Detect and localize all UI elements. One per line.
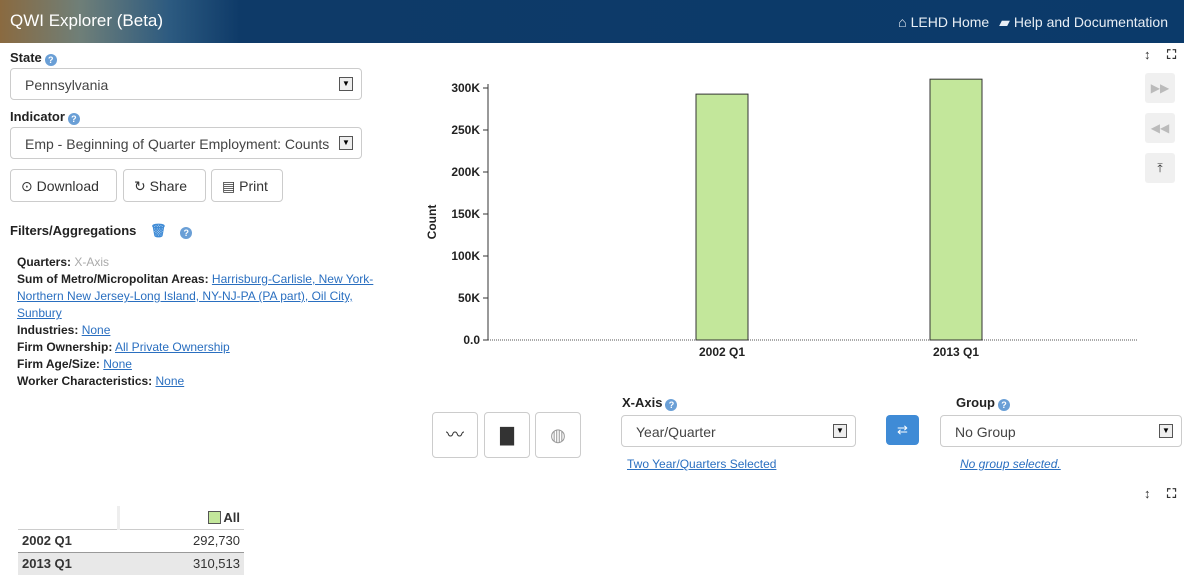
help-icon[interactable]: ?: [998, 399, 1010, 411]
help-icon[interactable]: ?: [180, 227, 193, 239]
rewind-icon[interactable]: ◀◀: [1145, 113, 1175, 143]
help-icon[interactable]: ?: [665, 399, 678, 411]
map-icon[interactable]: ◍: [535, 412, 581, 458]
help-icon[interactable]: ?: [44, 54, 57, 66]
bar-chart: 0.0 50K 100K 150K 200K 250K 300K Count 2002 Q1 20…: [425, 78, 1138, 359]
table-row: 2013 Q1 310,513: [18, 552, 244, 575]
firm-age-link[interactable]: None: [103, 357, 132, 371]
print-icon: ▤: [222, 178, 236, 194]
chevron-down-icon: ▼: [339, 77, 353, 91]
x-tick-label: 2013 Q1: [933, 345, 979, 359]
x-tick-label: 2002 Q1: [699, 345, 745, 359]
filter-list: Quarters: X-Axis Sum of Metro/Micropolit…: [17, 255, 374, 388]
fast-forward-icon[interactable]: ▶▶: [1145, 73, 1175, 103]
share-icon: ↻: [134, 178, 146, 194]
chevron-down-icon: ▼: [1159, 424, 1173, 438]
download-icon: ⊙: [21, 178, 33, 194]
app-title: QWI Explorer (Beta): [10, 11, 164, 30]
legend-swatch: [208, 510, 222, 524]
group-note-link[interactable]: No group selected.: [960, 457, 1061, 471]
table-header-all: All: [118, 506, 244, 529]
app-header: QWI Explorer (Beta) ⌂ LEHD Home ▰ Help and…: [0, 0, 1184, 43]
lehd-home-link[interactable]: LEHD Home: [911, 14, 990, 30]
scroll-top-icon[interactable]: ⤒: [1145, 153, 1175, 183]
indicator-select[interactable]: Emp - Beginning of Quarter Employment: C…: [10, 127, 362, 159]
header-links: ⌂ LEHD Home ▰ Help and Documentation: [894, 14, 1168, 31]
state-value: Pennsylvania: [25, 77, 109, 93]
chevron-down-icon: ▼: [339, 136, 353, 150]
chevron-down-icon: ▼: [833, 424, 847, 438]
y-tick-label: 100K: [451, 249, 480, 263]
trash-icon[interactable]: 🗑: [150, 223, 167, 238]
bar-chart-icon[interactable]: ▇: [484, 412, 530, 458]
help-icon[interactable]: ?: [67, 113, 80, 125]
indicator-value: Emp - Beginning of Quarter Employment: C…: [25, 136, 330, 152]
y-tick-label: 300K: [451, 81, 480, 95]
fullscreen-icon[interactable]: ⛶: [1167, 486, 1176, 502]
xaxis-note-link[interactable]: Two Year/Quarters Selected: [627, 457, 776, 471]
table-row: 2002 Q1 292,730: [18, 529, 244, 552]
fullscreen-icon[interactable]: ⛶: [1167, 47, 1176, 63]
y-tick-label: 0.0: [463, 333, 480, 347]
y-tick-label: 250K: [451, 123, 480, 137]
swap-icon[interactable]: ⇄: [886, 415, 919, 445]
share-button[interactable]: ↻ Share: [123, 169, 206, 202]
resize-vertical-icon[interactable]: ↕: [1144, 47, 1151, 62]
group-label: Group?: [956, 395, 1010, 411]
y-axis-label: Count: [425, 205, 439, 240]
xaxis-label: X-Axis?: [622, 395, 678, 411]
indicator-label: Indicator?: [10, 109, 80, 125]
filters-title: Filters/Aggregations 🗑 ?: [10, 223, 193, 239]
y-tick-label: 200K: [451, 165, 480, 179]
resize-vertical-icon[interactable]: ↕: [1144, 486, 1151, 501]
y-tick-label: 50K: [458, 291, 480, 305]
bar: [695, 93, 749, 341]
print-button[interactable]: ▤ Print: [211, 169, 283, 202]
industries-link[interactable]: None: [82, 323, 111, 337]
y-tick-label: 150K: [451, 207, 480, 221]
worker-link[interactable]: None: [156, 374, 185, 388]
bar: [929, 78, 983, 341]
home-icon: ⌂: [898, 14, 907, 30]
state-select[interactable]: Pennsylvania ▼: [10, 68, 362, 100]
data-table: All 2002 Q1 292,730 2013 Q1 310,513: [18, 506, 244, 575]
xaxis-select[interactable]: Year/Quarter ▼: [621, 415, 856, 447]
download-button[interactable]: ⊙ Download: [10, 169, 117, 202]
help-link[interactable]: Help and Documentation: [1014, 14, 1168, 30]
ownership-link[interactable]: All Private Ownership: [115, 340, 230, 354]
comment-icon: ▰: [999, 14, 1010, 30]
line-chart-icon[interactable]: 〰: [432, 412, 478, 458]
group-select[interactable]: No Group ▼: [940, 415, 1182, 447]
state-label: State?: [10, 50, 57, 66]
